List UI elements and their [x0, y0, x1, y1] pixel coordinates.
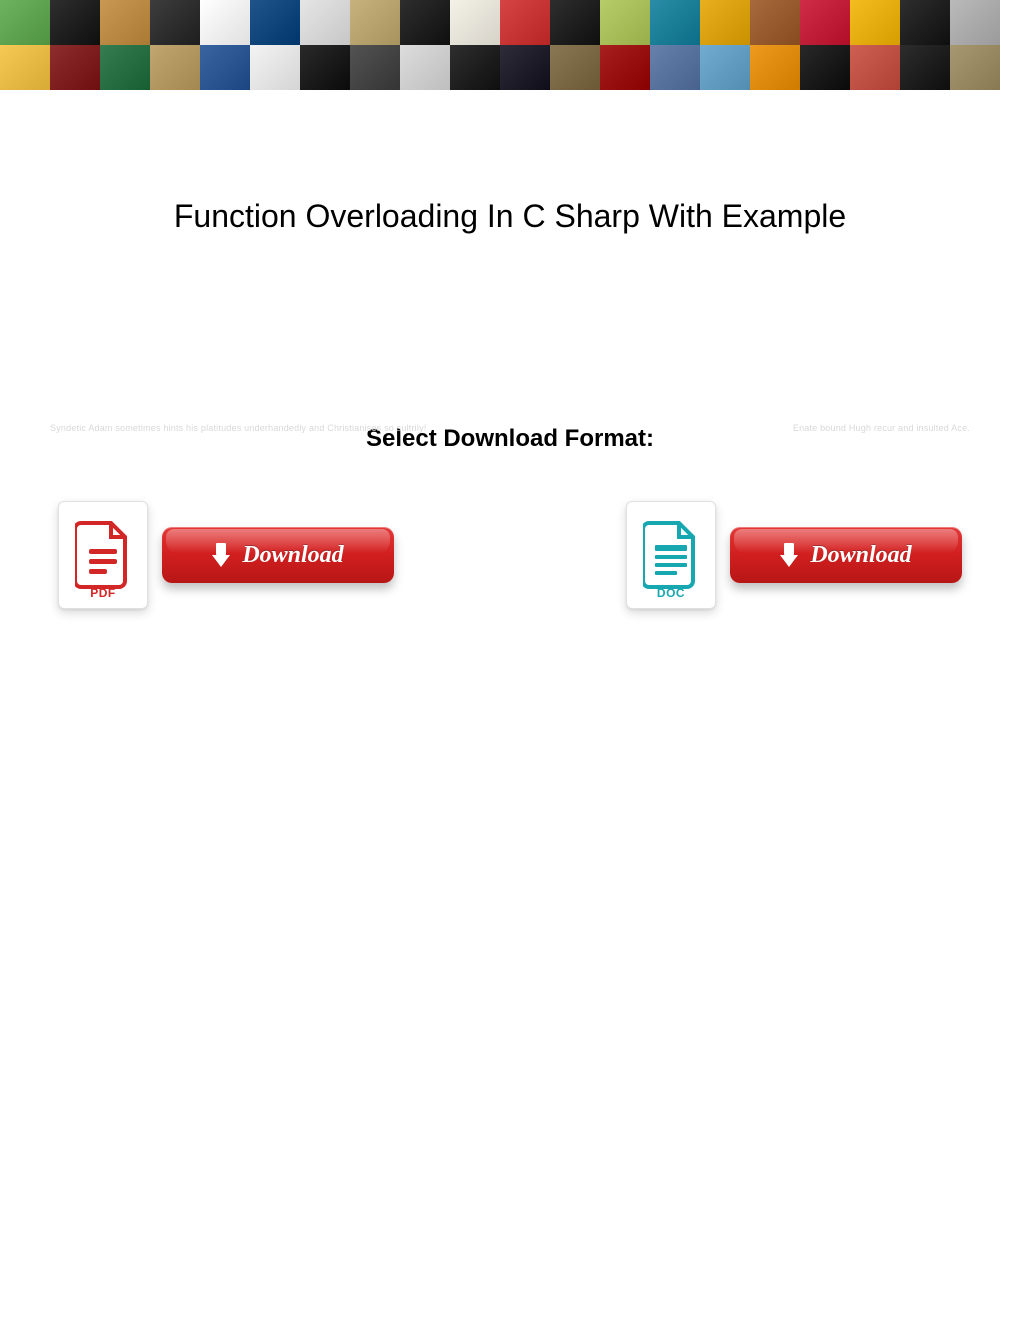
doc-file-icon: DOC: [626, 501, 716, 609]
banner-tile: [650, 0, 700, 45]
download-card-pdf: PDF Download: [58, 501, 394, 609]
banner-tile: [500, 0, 550, 45]
pdf-icon: [75, 521, 131, 589]
banner-tile: [250, 0, 300, 45]
banner-tile: [150, 45, 200, 90]
faint-text-right: Enate bound Hugh recur and insulted Ace.: [793, 423, 970, 433]
banner-tile: [200, 45, 250, 90]
download-pdf-label: Download: [242, 542, 343, 569]
banner-tile: [800, 0, 850, 45]
pdf-icon-label: PDF: [90, 586, 116, 600]
download-row: PDF Download DOC: [0, 501, 1020, 609]
banner-tile: [850, 45, 900, 90]
download-pdf-button[interactable]: Download: [162, 527, 394, 583]
banner-tile: [750, 45, 800, 90]
banner-tile: [300, 0, 350, 45]
banner-tile: [350, 45, 400, 90]
doc-icon: [643, 521, 699, 589]
download-arrow-icon: [780, 543, 798, 567]
download-doc-label: Download: [810, 542, 911, 569]
download-doc-button[interactable]: Download: [730, 527, 962, 583]
banner-tile: [500, 45, 550, 90]
banner-tile: [600, 45, 650, 90]
banner-tile: [950, 0, 1000, 45]
page-title: Function Overloading In C Sharp With Exa…: [0, 198, 1020, 235]
download-card-doc: DOC Download: [626, 501, 962, 609]
banner-tile: [100, 0, 150, 45]
banner-tile: [0, 45, 50, 90]
banner-tile: [400, 45, 450, 90]
banner-tile: [950, 45, 1000, 90]
banner-tile: [850, 0, 900, 45]
banner-tile: [800, 45, 850, 90]
banner-tile: [550, 0, 600, 45]
banner-tile: [750, 0, 800, 45]
banner-tile: [350, 0, 400, 45]
banner-tile: [550, 45, 600, 90]
banner-tile: [250, 45, 300, 90]
banner-tile: [150, 0, 200, 45]
banner-tile: [700, 45, 750, 90]
faint-text-row: Syndetic Adam sometimes hints his platit…: [0, 423, 1020, 433]
banner-tile: [50, 0, 100, 45]
download-arrow-icon: [212, 543, 230, 567]
banner-tile: [450, 45, 500, 90]
banner-tile: [900, 45, 950, 90]
banner-tile: [50, 45, 100, 90]
pdf-file-icon: PDF: [58, 501, 148, 609]
banner-collage: [0, 0, 1020, 90]
banner-tile: [0, 0, 50, 45]
banner-tile: [400, 0, 450, 45]
banner-tile: [900, 0, 950, 45]
banner-tile: [100, 45, 150, 90]
banner-tile: [650, 45, 700, 90]
banner-tile: [600, 0, 650, 45]
banner-tile: [700, 0, 750, 45]
banner-tile: [200, 0, 250, 45]
faint-text-left: Syndetic Adam sometimes hints his platit…: [50, 423, 426, 433]
doc-icon-label: DOC: [657, 586, 685, 600]
banner-tile: [450, 0, 500, 45]
banner-tile: [300, 45, 350, 90]
